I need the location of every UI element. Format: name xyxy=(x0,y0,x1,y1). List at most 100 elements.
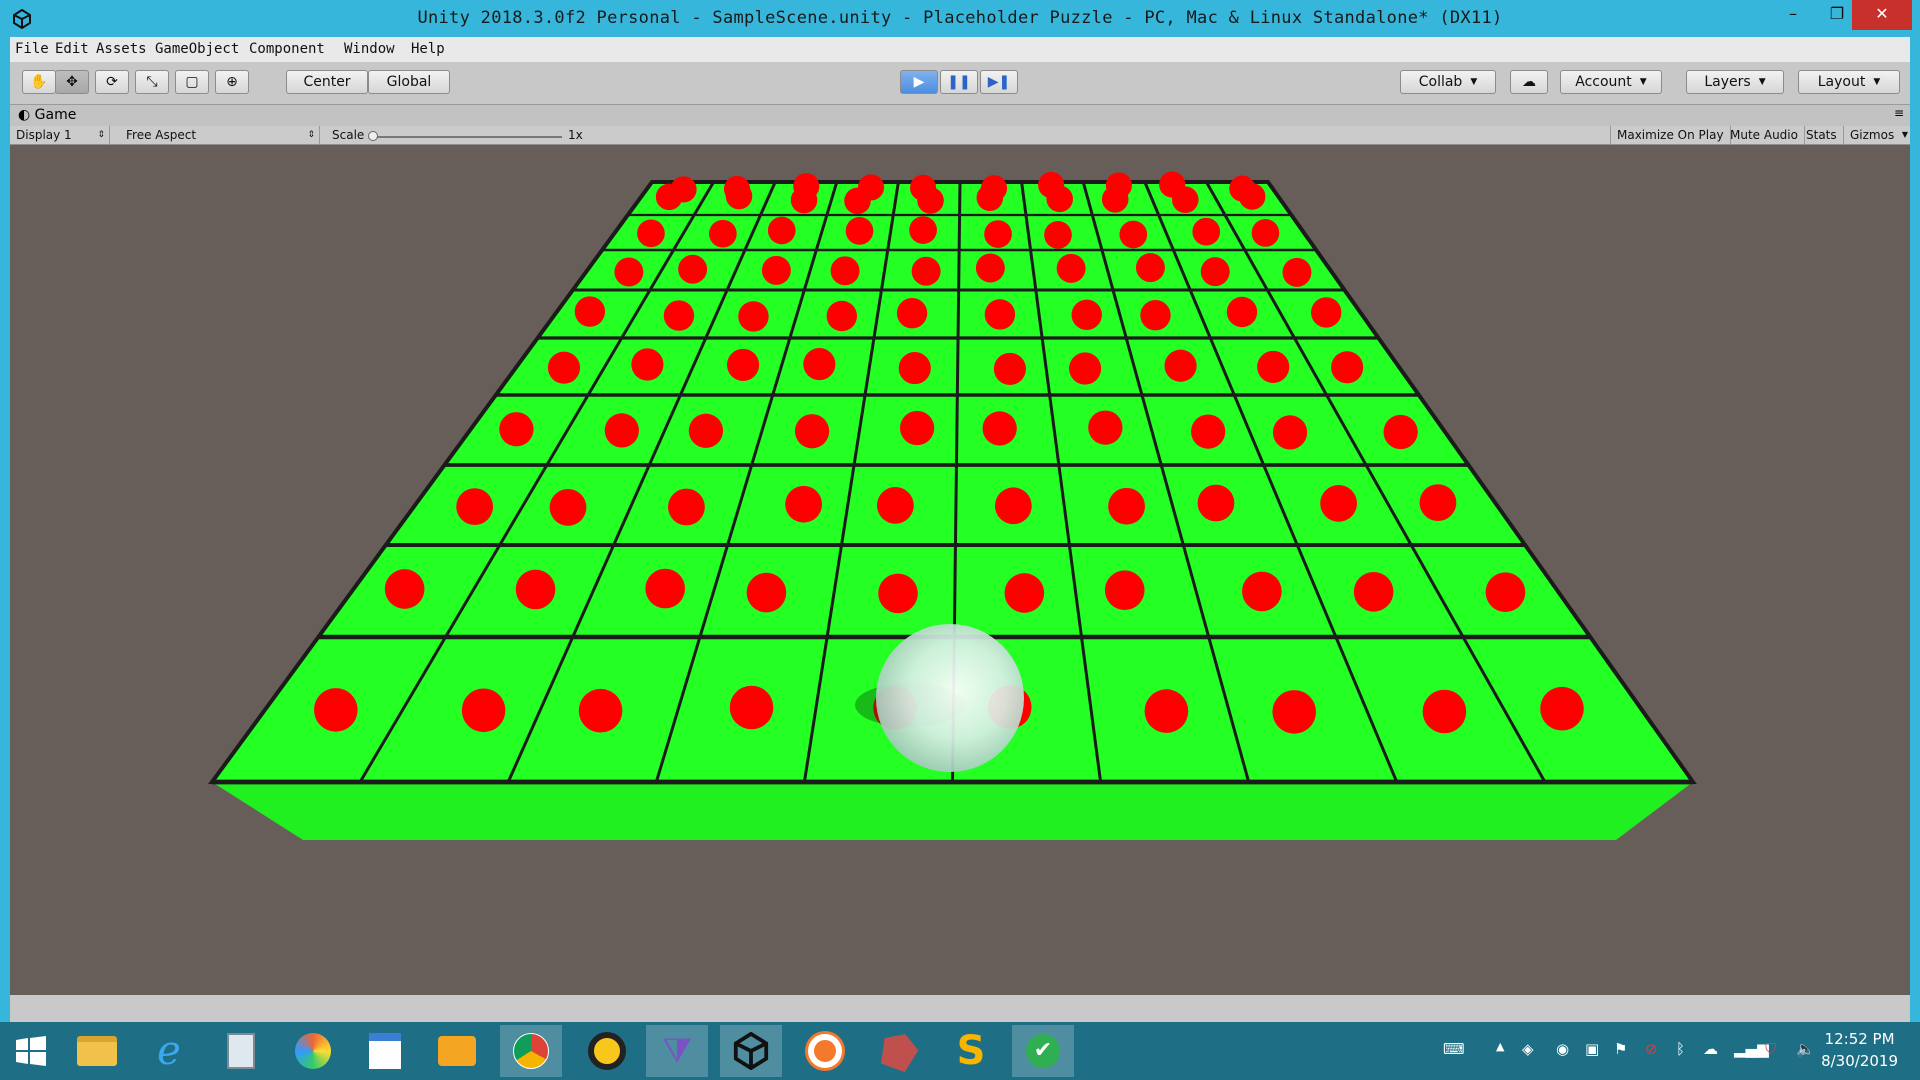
keyboard-icon[interactable]: ⌨ xyxy=(1443,1040,1465,1058)
taskbar-media[interactable] xyxy=(576,1025,638,1077)
cloud-button[interactable]: ☁ xyxy=(1510,70,1548,94)
red-dot xyxy=(899,410,935,446)
account-dropdown[interactable]: Account ▼ xyxy=(1560,70,1662,94)
onedrive-icon[interactable]: ☁ xyxy=(1703,1040,1718,1058)
maximize-on-play-toggle[interactable]: Maximize On Play xyxy=(1610,126,1731,145)
scale-tool-button[interactable]: ⤡ xyxy=(135,70,169,94)
stats-toggle[interactable]: Stats xyxy=(1800,126,1844,145)
menu-file[interactable]: File xyxy=(15,41,49,57)
taskbar-blender[interactable] xyxy=(794,1025,856,1077)
bluetooth-icon[interactable]: ᛒ xyxy=(1676,1040,1685,1058)
red-dot xyxy=(1144,689,1189,733)
close-button[interactable]: ✕ xyxy=(1852,0,1912,30)
board-front-face xyxy=(212,782,1693,840)
taskbar-scratch[interactable]: S xyxy=(940,1025,1002,1077)
maximize-on-play-label: Maximize On Play xyxy=(1617,128,1724,142)
taskbar-mail[interactable] xyxy=(426,1025,488,1077)
minimize-button[interactable]: – xyxy=(1770,0,1816,30)
game-viewport[interactable] xyxy=(10,145,1910,995)
title-bar[interactable]: Unity 2018.3.0f2 Personal - SampleScene.… xyxy=(0,0,1920,37)
menu-gameobject[interactable]: GameObject xyxy=(155,41,239,57)
taskbar-teams[interactable]: ✔ xyxy=(1012,1025,1074,1077)
rotate-tool-button[interactable]: ⟳ xyxy=(95,70,129,94)
red-dot xyxy=(1046,185,1073,213)
menu-assets[interactable]: Assets xyxy=(96,41,147,57)
tray-office-icon[interactable]: ▣ xyxy=(1585,1040,1599,1058)
taskbar-chrome[interactable] xyxy=(500,1025,562,1077)
account-label: Account xyxy=(1575,74,1632,90)
scale-slider[interactable] xyxy=(368,131,562,141)
play-button[interactable]: ▶ xyxy=(900,70,938,94)
taskbar-unity[interactable] xyxy=(720,1025,782,1077)
red-dot xyxy=(767,216,796,245)
taskbar-file-explorer[interactable] xyxy=(66,1025,128,1077)
gizmos-dropdown[interactable]: Gizmos ▼ xyxy=(1844,126,1910,145)
red-dot xyxy=(1226,296,1258,328)
red-dot xyxy=(794,414,830,449)
game-tab[interactable]: ◐ Game xyxy=(18,107,76,123)
display-label: Display 1 xyxy=(16,128,72,142)
collab-button[interactable]: Collab ▼ xyxy=(1400,70,1496,94)
red-dot xyxy=(515,569,556,610)
network-icon[interactable]: ▂▄▆ xyxy=(1734,1040,1769,1058)
tray-flag-icon[interactable]: ⚑ xyxy=(1614,1040,1627,1058)
red-dot xyxy=(499,412,534,447)
taskbar-app-gem[interactable] xyxy=(868,1025,930,1077)
pivot-global-button[interactable]: Global xyxy=(368,70,450,94)
hand-tool-button[interactable]: ✋ xyxy=(22,70,56,94)
mail-icon xyxy=(438,1036,476,1066)
windows-start-button[interactable] xyxy=(0,1025,62,1077)
red-dot xyxy=(984,220,1012,248)
layout-dropdown[interactable]: Layout ▼ xyxy=(1798,70,1900,94)
red-dot xyxy=(456,488,494,525)
panel-menu-icon[interactable]: ≡ xyxy=(1894,106,1904,120)
hand-icon: ✋ xyxy=(30,74,48,90)
menu-help[interactable]: Help xyxy=(411,41,445,57)
red-dot xyxy=(549,489,587,526)
step-button[interactable]: ▶❚ xyxy=(980,70,1018,94)
taskbar-wordpad[interactable] xyxy=(354,1025,416,1077)
red-dot xyxy=(1164,349,1197,382)
menu-window[interactable]: Window xyxy=(344,41,395,57)
pause-button[interactable]: ❚❚ xyxy=(940,70,978,94)
collab-label: Collab xyxy=(1418,74,1463,90)
taskbar-clock[interactable]: 12:52 PM 8/30/2019 xyxy=(1821,1028,1898,1072)
taskbar-internet-explorer[interactable]: e xyxy=(138,1025,200,1077)
aspect-dropdown[interactable]: Free Aspect ⇕ xyxy=(120,126,320,145)
tray-app-icon[interactable]: ◈ xyxy=(1522,1040,1534,1058)
transform-tool-button[interactable]: ⊕ xyxy=(215,70,249,94)
taskbar-visual-studio[interactable]: ⧩ xyxy=(646,1025,708,1077)
layers-dropdown[interactable]: Layers ▼ xyxy=(1686,70,1784,94)
red-dot xyxy=(1101,186,1129,213)
red-dot xyxy=(982,411,1017,446)
volume-icon[interactable]: 🔈 xyxy=(1796,1040,1815,1058)
red-dot xyxy=(1104,570,1145,611)
global-label: Global xyxy=(386,74,432,90)
tray-chrome-icon[interactable]: ◉ xyxy=(1556,1040,1569,1058)
internet-explorer-icon: e xyxy=(157,1028,181,1074)
red-dot xyxy=(645,568,686,609)
red-dot xyxy=(746,572,787,613)
tray-security-icon[interactable]: ⊘ xyxy=(1645,1040,1658,1058)
red-dot xyxy=(1419,484,1457,521)
red-dot xyxy=(830,256,860,286)
red-dot xyxy=(574,296,606,327)
step-icon: ▶❚ xyxy=(987,74,1011,90)
menu-component[interactable]: Component xyxy=(249,41,325,57)
show-hidden-icons-icon[interactable]: ▲ xyxy=(1496,1040,1504,1053)
media-icon xyxy=(588,1032,626,1070)
scale-slider-thumb[interactable] xyxy=(368,131,378,141)
tray-antivirus-icon[interactable]: ⛉ xyxy=(1765,1040,1776,1058)
gizmos-label: Gizmos xyxy=(1850,128,1895,142)
red-dot xyxy=(663,300,695,331)
menu-bar: File Edit Assets GameObject Component Wi… xyxy=(10,37,1910,62)
taskbar-calculator[interactable] xyxy=(210,1025,272,1077)
mute-audio-toggle[interactable]: Mute Audio xyxy=(1724,126,1805,145)
wordpad-icon xyxy=(369,1033,401,1069)
rect-tool-button[interactable]: ▢ xyxy=(175,70,209,94)
move-tool-button[interactable]: ✥ xyxy=(55,70,89,94)
taskbar-paint[interactable] xyxy=(282,1025,344,1077)
menu-edit[interactable]: Edit xyxy=(55,41,89,57)
display-dropdown[interactable]: Display 1 ⇕ xyxy=(10,126,110,145)
pivot-center-button[interactable]: Center xyxy=(286,70,368,94)
